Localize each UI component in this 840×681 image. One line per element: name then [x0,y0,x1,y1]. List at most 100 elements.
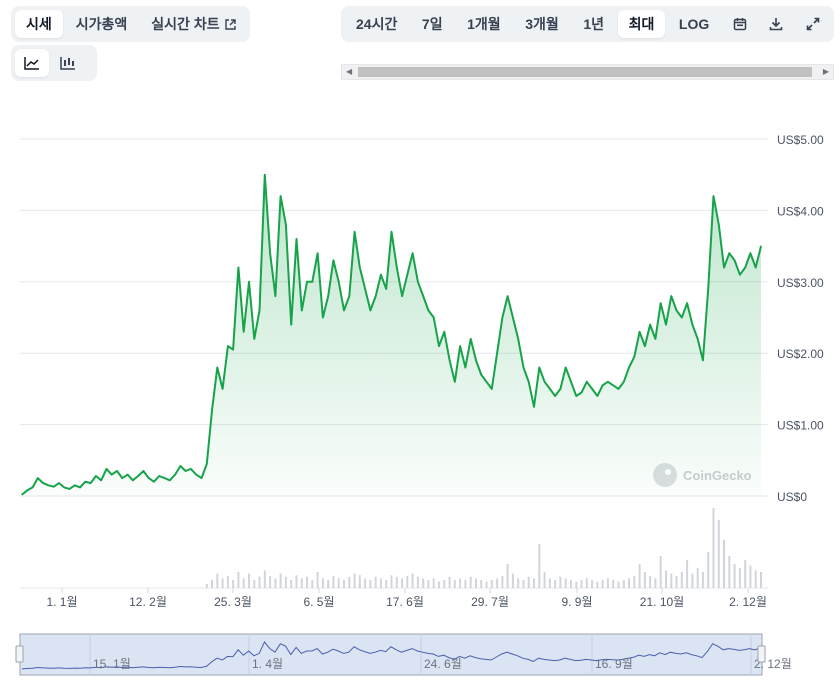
price-point [591,388,593,390]
price-point [517,338,519,340]
price-point [522,366,525,369]
x-tick-label: 17. 6월 [386,595,424,609]
price-point [549,388,551,390]
volume-bar [638,564,641,588]
price-point [200,477,203,479]
price-point [359,266,361,269]
navigator-tick-label: 24. 6월 [424,657,462,671]
volume-bar [395,576,398,588]
price-point [354,231,356,233]
price-point [417,281,419,283]
volume-bar [501,576,504,588]
price-point [422,295,424,297]
price-point [132,479,134,481]
price-point [755,266,757,269]
price-point [707,288,709,290]
volume-bars [20,508,768,589]
price-point [301,309,303,311]
volume-bar [216,573,219,588]
x-tick-label: 9. 9월 [561,595,592,609]
price-point [190,468,192,470]
price-point [37,477,39,479]
volume-bar [744,560,747,588]
price-point [142,470,144,472]
price-point [533,406,535,408]
volume-bar [533,578,535,588]
volume-bar [221,578,224,588]
volume-bar [369,580,372,588]
volume-bar [232,580,235,588]
volume-bar [485,581,488,588]
volume-bar [480,580,483,588]
price-point [280,195,282,197]
price-point [491,388,493,390]
navigator-right-handle[interactable] [757,645,766,663]
volume-bar [606,578,609,588]
coingecko-logo-eye [665,469,671,475]
volume-bar [506,564,509,588]
price-point [438,345,440,347]
price-point [206,463,208,465]
price-point [501,316,503,319]
volume-bar [633,576,636,588]
volume-bar [596,581,599,588]
price-point [338,281,340,283]
volume-bar [691,573,694,588]
navigator-left-handle[interactable] [15,645,24,663]
price-point [665,324,667,326]
volume-bar [612,580,615,588]
volume-bar [675,576,678,588]
volume-bar [432,578,435,588]
price-point [63,486,65,488]
volume-bar [284,576,287,588]
price-point [744,266,746,269]
price-point [216,366,218,369]
price-point [623,381,625,383]
volume-bar [570,580,572,588]
volume-bar [401,578,404,588]
price-point [105,468,108,470]
price-point [185,470,187,472]
price-point [153,481,155,483]
price-point [644,345,646,347]
price-point [42,482,44,484]
price-point [538,366,540,369]
volume-bar [226,576,229,588]
price-point [406,274,408,276]
volume-bar [237,572,240,588]
volume-bar [686,560,689,588]
volume-bar [670,573,673,588]
price-point [628,366,630,369]
price-point [586,381,588,383]
volume-bar [427,580,430,588]
y-tick-label: US$2.00 [777,347,824,361]
price-point [248,281,250,283]
price-point [427,309,429,311]
volume-bar [622,580,625,588]
price-point [570,381,572,383]
volume-bar [717,520,720,588]
price-point [148,477,150,479]
price-point [675,309,678,311]
price-point [385,288,387,290]
x-tick-label: 6. 5월 [303,595,334,609]
price-point [475,359,477,361]
price-point [607,381,609,383]
price-point [565,366,567,369]
navigator-tick-label: 15. 1월 [93,657,131,671]
price-point [443,331,445,333]
y-tick-label: US$5.00 [777,133,824,147]
price-point [211,409,213,411]
volume-bar [665,570,667,588]
price-point [718,224,720,226]
price-point [222,388,224,390]
volume-bar [696,568,699,588]
price-point [760,245,762,247]
price-point [348,295,350,297]
range-navigator[interactable]: 15. 1월 1. 4월 24. 6월 16. 9월 2. 12월 [15,633,792,676]
price-point [158,475,160,477]
price-point [723,266,725,269]
volume-bar [300,578,303,588]
volume-bar [295,575,298,588]
price-point [274,295,276,297]
